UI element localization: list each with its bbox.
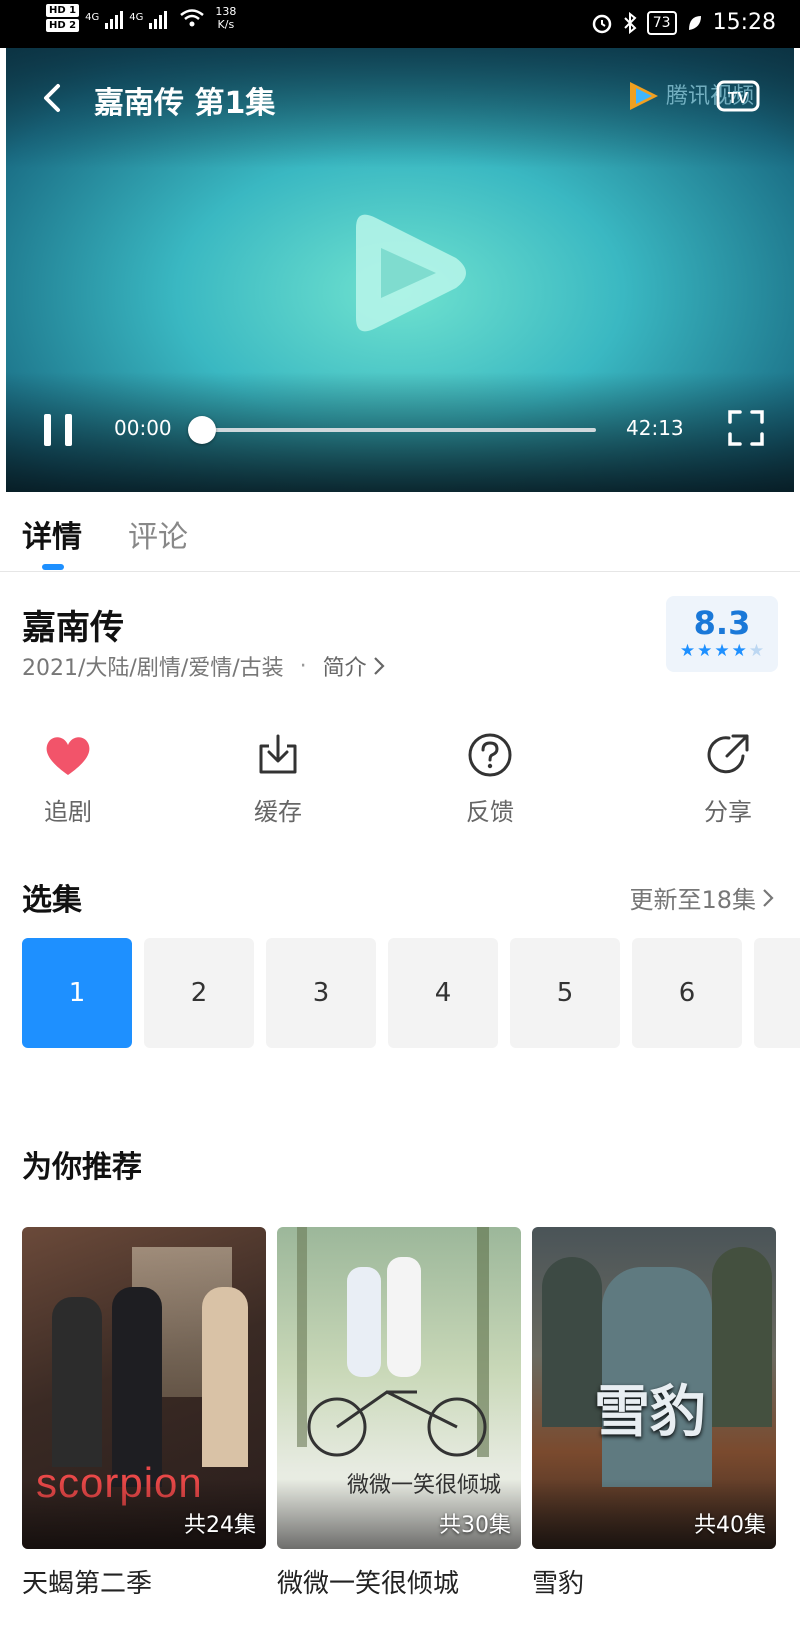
play-logo-icon [356, 214, 466, 332]
alarm-icon [592, 14, 612, 33]
status-bar: HD 1 HD 2 4G 4G 138 K/s 73 15:28 [0, 0, 800, 48]
hd-badges: HD 1 HD 2 [46, 4, 80, 32]
share-icon [707, 734, 749, 774]
episode-button[interactable]: 6 [632, 938, 742, 1048]
star-icon: ★ [679, 641, 696, 661]
episode-button[interactable]: 3 [266, 938, 376, 1048]
recommend-card[interactable]: 微微一笑很倾城 共30集 微微一笑很倾城 [277, 1227, 521, 1600]
network-type-2: 4G [129, 12, 144, 23]
episodes-title: 选集 [22, 883, 82, 918]
episode-count-badge: 共40集 [694, 1513, 766, 1538]
intro-label: 简介 [322, 656, 367, 681]
progress-bar[interactable] [188, 416, 596, 444]
tab-details[interactable]: 详情 [22, 512, 82, 556]
hd2-badge: HD 2 [46, 19, 80, 32]
poster-image: 微微一笑很倾城 共30集 [277, 1227, 521, 1549]
network-speed: 138 K/s [215, 5, 236, 31]
status-right: 73 15:28 [591, 10, 776, 35]
back-arrow-icon[interactable] [32, 78, 72, 118]
episode-button[interactable]: 2 [144, 938, 254, 1048]
current-time: 00:00 [114, 416, 172, 440]
share-button[interactable]: 分享 [668, 728, 788, 827]
episode-button[interactable]: 1 [22, 938, 132, 1048]
episode-list: 1 2 3 4 5 6 [22, 938, 800, 1048]
feedback-label: 反馈 [466, 798, 514, 826]
tab-indicator [42, 564, 64, 570]
rating-stars: ★ ★ ★ ★ ★ [666, 642, 778, 660]
clock: 15:28 [712, 10, 776, 35]
tencent-video-logo-icon [630, 82, 658, 110]
fullscreen-icon[interactable] [724, 406, 768, 450]
feedback-button[interactable]: 反馈 [430, 728, 550, 827]
share-label: 分享 [704, 798, 752, 826]
recommend-name: 天蝎第二季 [22, 1569, 153, 1599]
chevron-right-icon [763, 888, 774, 907]
episode-count-badge: 共30集 [439, 1513, 511, 1538]
leaf-icon [688, 15, 701, 30]
wifi-icon [180, 9, 205, 27]
detail-tabs: 详情 评论 [0, 492, 800, 572]
poster-title-text: 雪豹 [594, 1380, 706, 1445]
pause-icon[interactable] [38, 410, 78, 450]
tv-cast-icon[interactable]: TV [714, 78, 762, 118]
signal-icon [105, 7, 124, 29]
hd1-badge: HD 1 [46, 4, 80, 17]
svg-text:TV: TV [728, 90, 749, 107]
question-icon [468, 733, 512, 777]
follow-label: 追剧 [44, 798, 92, 826]
poster-image: scorpion 共24集 [22, 1227, 266, 1549]
status-left: HD 1 HD 2 4G 4G 138 K/s [46, 4, 236, 32]
star-icon: ★ [714, 641, 730, 661]
intro-link[interactable]: 简介 [323, 650, 385, 682]
star-icon: ★ [697, 641, 713, 661]
recommend-card[interactable]: scorpion 共24集 天蝎第二季 [22, 1227, 266, 1600]
speed-value: 138 [215, 5, 237, 18]
recommend-name: 微微一笑很倾城 [277, 1569, 460, 1599]
show-title: 嘉南传 [22, 608, 124, 648]
download-button[interactable]: 缓存 [218, 728, 338, 827]
recommend-name: 雪豹 [532, 1569, 585, 1599]
tab-comments[interactable]: 评论 [128, 512, 188, 556]
score-badge: 8.3 ★ ★ ★ ★ ★ [666, 596, 778, 672]
recommend-card[interactable]: 雪豹 共40集 雪豹 [532, 1227, 776, 1600]
battery-icon: 73 [646, 10, 677, 35]
signal-icon [149, 7, 168, 29]
chevron-right-icon [373, 657, 385, 675]
episodes-more-link[interactable]: 更新至18集 [629, 880, 774, 915]
bluetooth-icon [624, 11, 637, 34]
score-value: 8.3 [693, 604, 751, 642]
recommend-title: 为你推荐 [22, 1150, 142, 1185]
poster-image: 雪豹 共40集 [532, 1227, 776, 1549]
video-title: 嘉南传 第1集 [94, 86, 276, 121]
episode-button-partial[interactable] [754, 938, 800, 1048]
heart-icon [46, 737, 90, 775]
download-label: 缓存 [254, 798, 302, 826]
star-icon: ★ [731, 641, 747, 661]
network-type-1: 4G [85, 12, 100, 23]
episodes-more-label: 更新至18集 [629, 886, 756, 914]
download-icon [259, 734, 297, 774]
episode-button[interactable]: 5 [510, 938, 620, 1048]
action-bar: 追剧 缓存 反馈 分享 [0, 728, 800, 828]
video-player[interactable]: 嘉南传 第1集 腾讯视频 TV 00:00 42:13 [6, 48, 794, 492]
speed-unit: K/s [217, 18, 235, 31]
episode-count-badge: 共24集 [184, 1513, 256, 1538]
show-meta-text: 2021/大陆/剧情/爱情/古装 [22, 656, 284, 681]
duration: 42:13 [626, 416, 684, 440]
progress-thumb[interactable] [188, 416, 216, 444]
follow-button[interactable]: 追剧 [8, 728, 128, 827]
star-icon: ★ [748, 641, 765, 661]
show-meta: 2021/大陆/剧情/爱情/古装 · 简介 [22, 650, 385, 682]
episode-button[interactable]: 4 [388, 938, 498, 1048]
